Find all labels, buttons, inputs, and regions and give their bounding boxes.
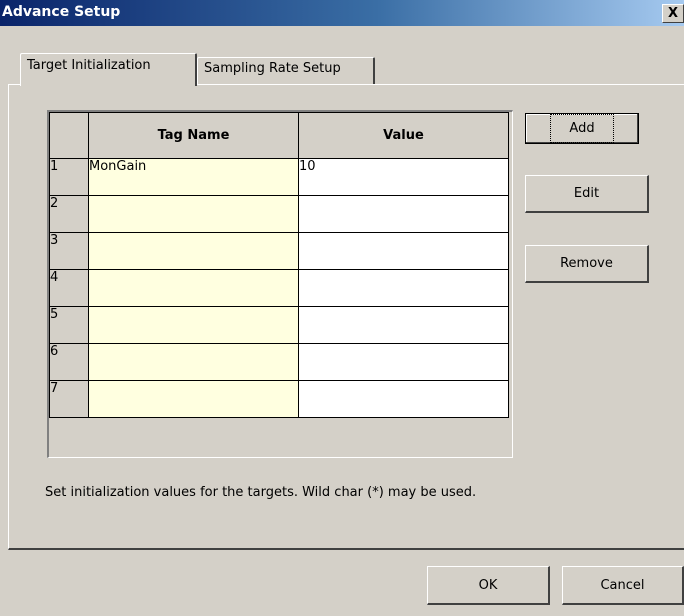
tab-sampling-rate-setup[interactable]: Sampling Rate Setup xyxy=(197,57,375,85)
advance-setup-dialog: Advance Setup X Target Initialization Sa… xyxy=(0,0,684,616)
tab-label: Target Initialization xyxy=(27,58,151,73)
tab-panel xyxy=(8,84,684,550)
close-button[interactable]: X xyxy=(662,4,684,23)
close-icon: X xyxy=(667,6,679,21)
tab-target-initialization[interactable]: Target Initialization xyxy=(20,53,197,86)
title-bar[interactable]: Advance Setup X xyxy=(0,0,684,26)
cancel-button-label: Cancel xyxy=(600,578,645,593)
tab-label: Sampling Rate Setup xyxy=(204,61,341,76)
window-title: Advance Setup xyxy=(2,4,121,20)
cancel-button[interactable]: Cancel xyxy=(562,566,684,605)
ok-button[interactable]: OK xyxy=(427,566,550,605)
ok-button-label: OK xyxy=(478,578,498,593)
